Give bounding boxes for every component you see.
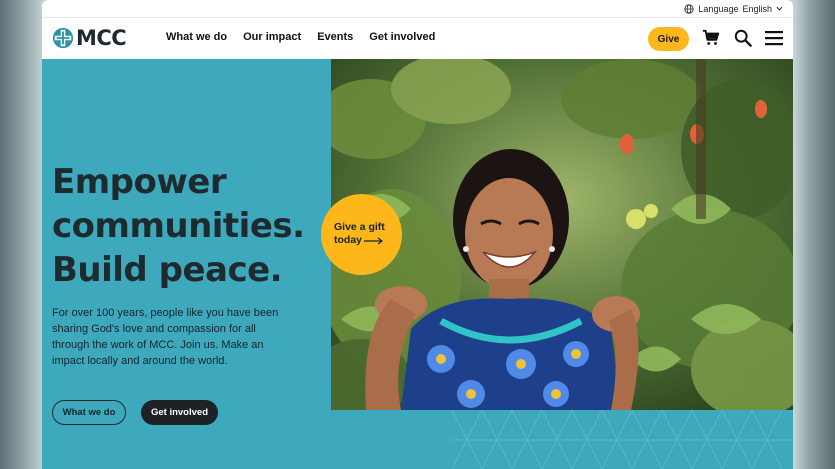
decorative-pattern bbox=[452, 410, 793, 469]
arrow-right-icon bbox=[364, 237, 384, 244]
mcc-logo-icon bbox=[52, 27, 74, 49]
brand-name: MCC bbox=[76, 26, 127, 50]
headline-line: Build peace. bbox=[52, 250, 283, 290]
give-button[interactable]: Give bbox=[648, 27, 689, 51]
main-nav: MCC What we do Our impact Events Get inv… bbox=[42, 18, 793, 59]
headline-line: Empower bbox=[52, 162, 227, 202]
cart-icon[interactable] bbox=[702, 29, 720, 47]
nav-link-our-impact[interactable]: Our impact bbox=[243, 31, 301, 43]
browser-page: Language English MCC What we do Our impa… bbox=[42, 0, 793, 469]
gift-cta-line1: Give a gift bbox=[334, 221, 385, 233]
give-a-gift-button[interactable]: Give a gift today bbox=[321, 194, 402, 275]
hero-intro: For over 100 years, people like you have… bbox=[52, 307, 279, 367]
hero-headline-block: Empower communities. Build peace. bbox=[52, 160, 312, 292]
hero-headline: Empower communities. Build peace. bbox=[52, 160, 312, 292]
language-label: Language bbox=[698, 3, 739, 14]
search-icon[interactable] bbox=[734, 29, 752, 47]
nav-link-events[interactable]: Events bbox=[317, 31, 353, 43]
nav-link-get-involved[interactable]: Get involved bbox=[369, 31, 435, 43]
mcc-logo[interactable]: MCC bbox=[52, 26, 127, 50]
language-selector[interactable]: Language English bbox=[684, 4, 783, 14]
utility-bar: Language English bbox=[42, 0, 793, 18]
nav-link-what-we-do[interactable]: What we do bbox=[166, 31, 227, 43]
nav-links: What we do Our impact Events Get involve… bbox=[166, 31, 435, 43]
globe-icon bbox=[684, 3, 695, 14]
menu-icon[interactable] bbox=[764, 30, 784, 46]
chevron-down-icon bbox=[776, 6, 783, 11]
what-we-do-button[interactable]: What we do bbox=[52, 400, 126, 425]
headline-line: communities. bbox=[52, 206, 305, 246]
gift-cta-line2: today bbox=[334, 234, 363, 246]
language-value: English bbox=[742, 3, 772, 14]
get-involved-button[interactable]: Get involved bbox=[141, 400, 218, 425]
